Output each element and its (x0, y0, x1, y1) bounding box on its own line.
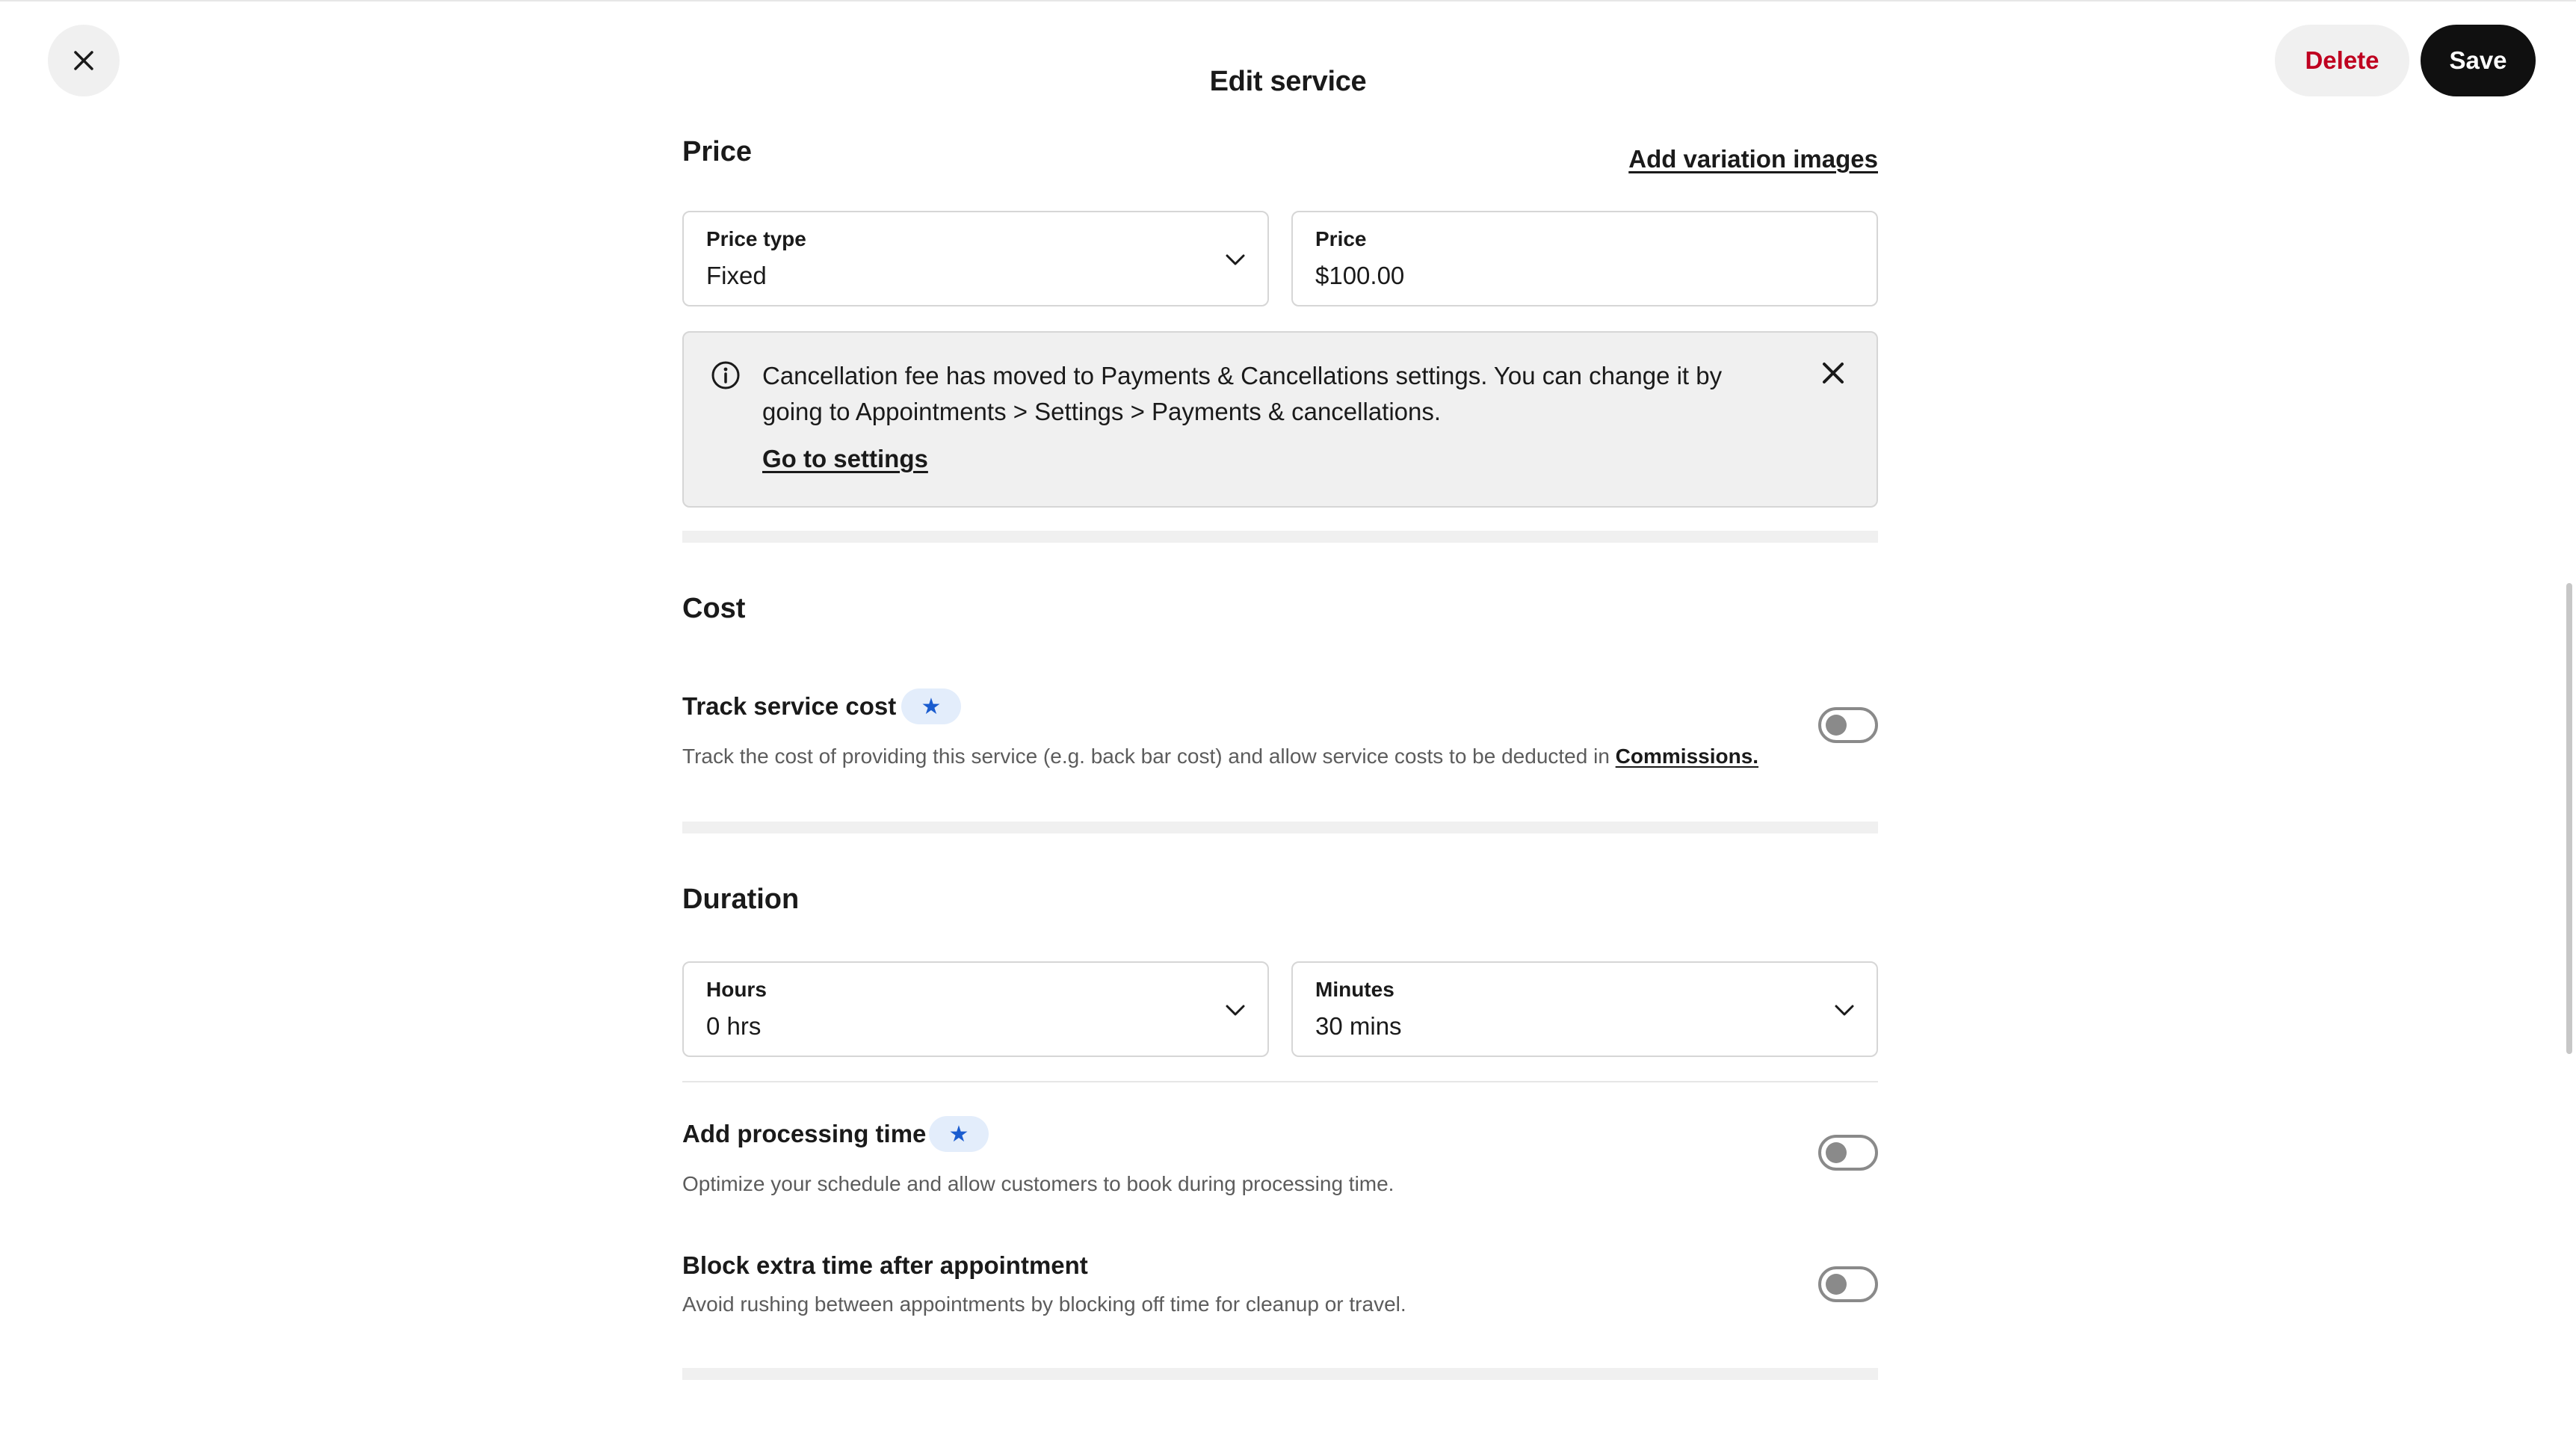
price-label: Price (1315, 227, 1367, 250)
section-divider (682, 1368, 1878, 1380)
star-icon: ★ (948, 1121, 969, 1147)
delete-button[interactable]: Delete (2275, 25, 2409, 96)
toggle-knob (1826, 1142, 1847, 1163)
block-extra-time-title: Block extra time after appointment (682, 1251, 1088, 1279)
cost-section-title: Cost (682, 593, 746, 624)
info-icon (711, 361, 740, 389)
scrollbar-thumb[interactable] (2566, 583, 2572, 1054)
row-divider (682, 1081, 1878, 1082)
banner-text: Cancellation fee has moved to Payments &… (762, 362, 1723, 425)
price-input[interactable]: Price $100.00 (1291, 211, 1878, 306)
go-to-settings-link[interactable]: Go to settings (762, 445, 928, 473)
duration-section-title: Duration (682, 884, 800, 915)
chevron-down-icon (1226, 1005, 1245, 1016)
track-cost-desc-text: Track the cost of providing this service… (682, 745, 1610, 768)
block-extra-time-description: Avoid rushing between appointments by bl… (682, 1292, 1406, 1316)
hours-value: 0 hrs (706, 1012, 762, 1040)
price-type-select[interactable]: Price type Fixed (682, 211, 1269, 306)
premium-badge: ★ (929, 1116, 989, 1152)
price-section-title: Price (682, 136, 752, 167)
page-title: Edit service (1209, 66, 1367, 97)
premium-badge: ★ (901, 688, 961, 724)
price-value: $100.00 (1315, 262, 1405, 289)
add-processing-time-toggle[interactable] (1818, 1135, 1878, 1171)
chevron-down-icon (1835, 1005, 1854, 1016)
price-type-label: Price type (706, 227, 806, 250)
chevron-down-icon (1226, 254, 1245, 265)
track-service-cost-title: Track service cost (682, 692, 897, 720)
add-processing-time-title: Add processing time (682, 1120, 927, 1147)
toggle-knob (1826, 1274, 1847, 1295)
minutes-select[interactable]: Minutes 30 mins (1291, 961, 1878, 1057)
add-processing-time-description: Optimize your schedule and allow custome… (682, 1172, 1394, 1195)
add-variation-images-link[interactable]: Add variation images (1628, 145, 1878, 173)
block-extra-time-toggle[interactable] (1818, 1266, 1878, 1302)
save-button[interactable]: Save (2421, 25, 2536, 96)
cancellation-fee-banner: Cancellation fee has moved to Payments &… (682, 331, 1878, 508)
minutes-label: Minutes (1315, 978, 1394, 1001)
toggle-knob (1826, 715, 1847, 736)
close-icon[interactable] (1821, 361, 1845, 385)
commissions-link[interactable]: Commissions. (1616, 745, 1758, 768)
section-divider (682, 531, 1878, 543)
section-divider (682, 822, 1878, 833)
price-type-value: Fixed (706, 262, 767, 289)
hours-select[interactable]: Hours 0 hrs (682, 961, 1269, 1057)
track-service-cost-description: Track the cost of providing this service… (682, 745, 1788, 768)
minutes-value: 30 mins (1315, 1012, 1402, 1040)
top-border (0, 0, 2576, 1)
track-service-cost-toggle[interactable] (1818, 707, 1878, 743)
star-icon: ★ (921, 694, 942, 719)
hours-label: Hours (706, 978, 767, 1001)
